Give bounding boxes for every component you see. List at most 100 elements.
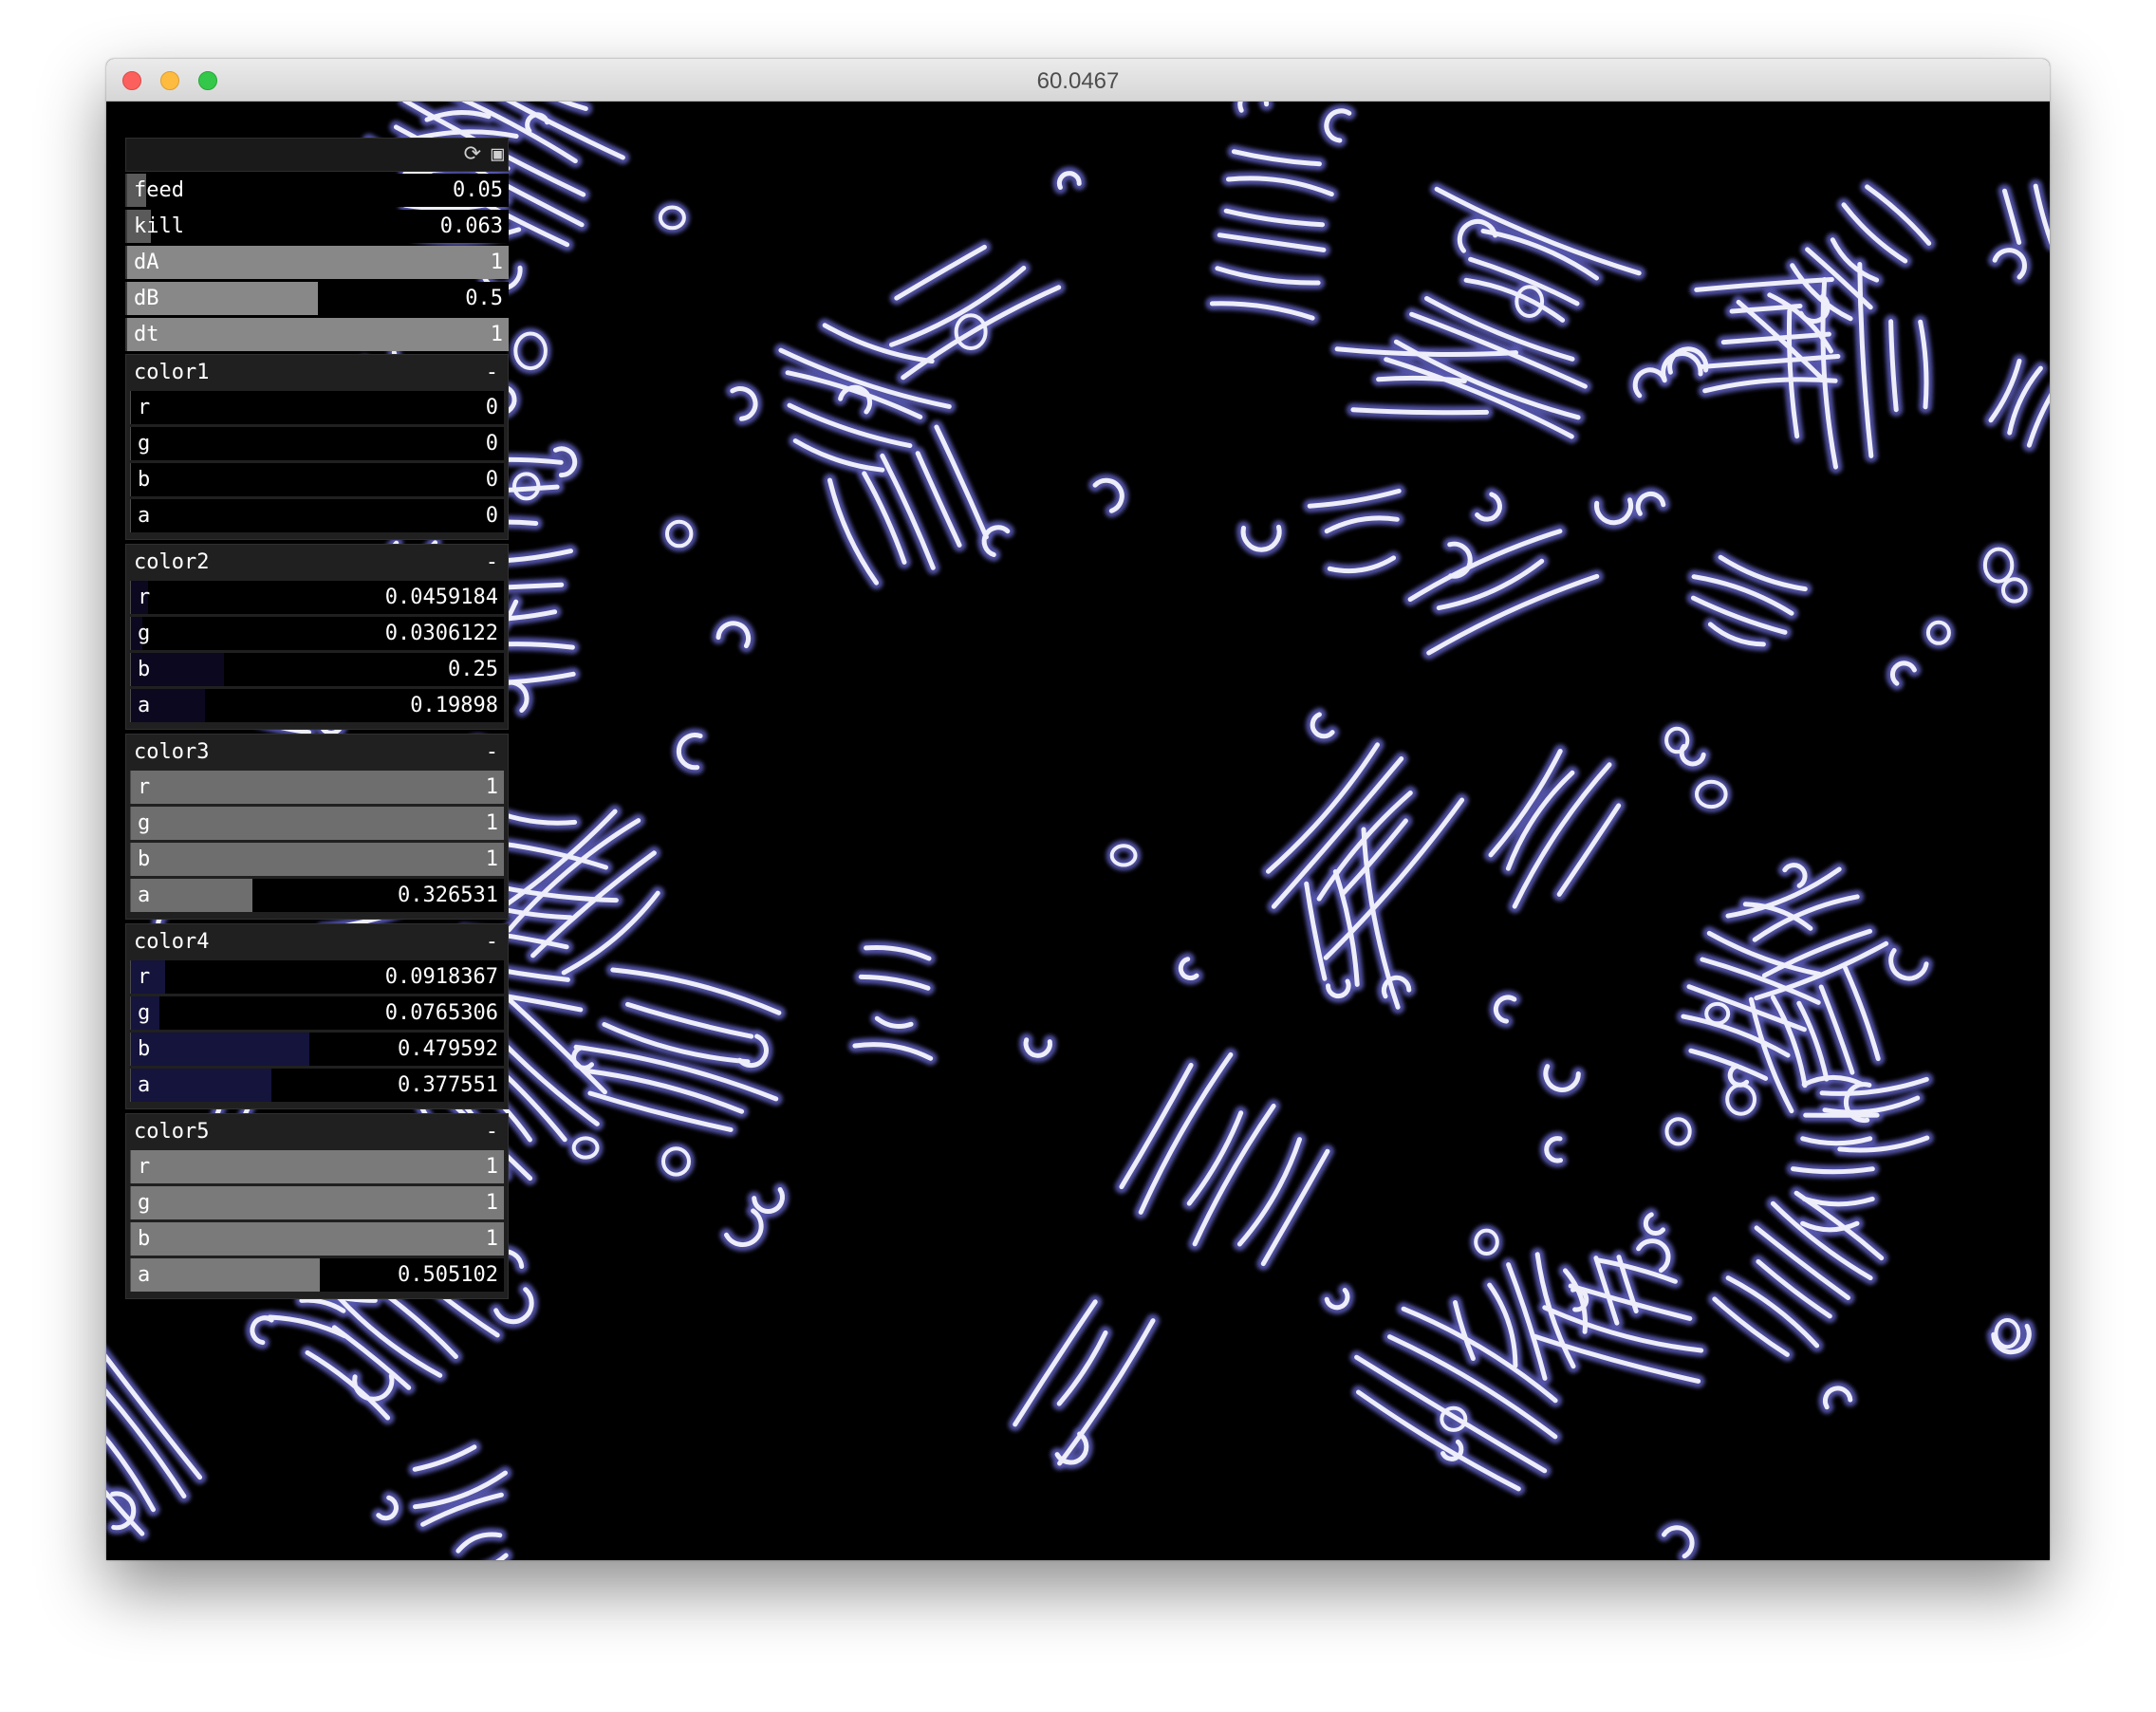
color4-r-value: 0.0918367: [384, 965, 498, 989]
group-title: color2: [134, 550, 210, 574]
color3-a-label: a: [138, 884, 151, 907]
color5-r-label: r: [138, 1155, 151, 1179]
color2-a-label: a: [138, 694, 151, 717]
color1-a-slider[interactable]: a0: [130, 499, 504, 532]
kill-label: kill: [134, 214, 184, 238]
color2-g-label: g: [138, 622, 151, 645]
dt-slider[interactable]: dt 1: [125, 318, 509, 351]
color4-a-label: a: [138, 1073, 151, 1097]
panel-header[interactable]: ⟳ ▣: [125, 138, 509, 172]
color5-g-label: g: [138, 1191, 151, 1215]
color4-a-slider[interactable]: a 0.377551: [130, 1069, 504, 1102]
color5-group-header[interactable]: color5 -: [130, 1114, 504, 1150]
color4-b-slider[interactable]: b 0.479592: [130, 1033, 504, 1066]
group-title: color1: [134, 361, 210, 384]
color2-group: color2 - r 0.0459184 g 0.0306122 b 0.25 a 0.19898: [125, 544, 509, 730]
minimize-icon[interactable]: -: [486, 550, 498, 575]
color1-g-slider[interactable]: g0: [130, 427, 504, 460]
color4-g-value: 0.0765306: [384, 1001, 498, 1025]
color2-r-label: r: [138, 586, 151, 609]
color4-g-label: g: [138, 1001, 151, 1025]
color1-g-value: 0: [485, 432, 498, 456]
group-title: color4: [134, 930, 210, 954]
color4-group: color4 - r 0.0918367 g 0.0765306 b 0.479592 a 0.3…: [125, 923, 509, 1109]
color5-r-slider[interactable]: r1: [130, 1150, 504, 1183]
dt-slider-fill: [127, 318, 509, 351]
dB-label: dB: [134, 287, 159, 310]
color5-b-slider-fill: [131, 1222, 504, 1256]
color1-a-value: 0: [485, 504, 498, 528]
title-bar: 60.0467: [106, 59, 2050, 102]
color5-g-slider[interactable]: g1: [130, 1186, 504, 1219]
color5-a-slider[interactable]: a 0.505102: [130, 1258, 504, 1292]
color5-b-label: b: [138, 1227, 151, 1251]
color2-r-value: 0.0459184: [384, 586, 498, 609]
color3-b-slider[interactable]: b1: [130, 843, 504, 876]
color3-g-slider[interactable]: g1: [130, 807, 504, 840]
feed-slider[interactable]: feed 0.05: [125, 174, 509, 207]
color5-r-slider-fill: [131, 1150, 504, 1183]
minimize-icon[interactable]: -: [486, 930, 498, 955]
color5-a-value: 0.505102: [398, 1263, 498, 1287]
color3-g-slider-fill: [131, 807, 504, 840]
color1-b-slider[interactable]: b0: [130, 463, 504, 496]
color1-b-label: b: [138, 468, 151, 492]
color3-r-slider[interactable]: r1: [130, 771, 504, 804]
color4-g-slider[interactable]: g 0.0765306: [130, 996, 504, 1030]
color3-g-value: 1: [485, 811, 498, 835]
color5-g-value: 1: [485, 1191, 498, 1215]
color5-b-value: 1: [485, 1227, 498, 1251]
kill-slider[interactable]: kill 0.063: [125, 210, 509, 243]
dA-slider[interactable]: dA 1: [125, 246, 509, 279]
color1-r-label: r: [138, 396, 151, 419]
dA-slider-fill: [127, 246, 509, 279]
feed-value: 0.05: [453, 178, 503, 202]
color4-r-label: r: [138, 965, 151, 989]
dB-slider[interactable]: dB 0.5: [125, 282, 509, 315]
color5-r-value: 1: [485, 1155, 498, 1179]
minimize-icon[interactable]: -: [486, 1120, 498, 1144]
window-title: 60.0467: [1036, 68, 1120, 94]
color4-a-slider-fill: [131, 1069, 272, 1102]
color3-group: color3 - r 1 g 1 b 1 a 0.326531: [125, 734, 509, 920]
kill-value: 0.063: [439, 214, 503, 238]
color4-r-slider[interactable]: r 0.0918367: [130, 960, 504, 994]
color1-group-header[interactable]: color1 -: [130, 355, 504, 391]
color2-b-label: b: [138, 658, 151, 681]
color4-group-header[interactable]: color4 -: [130, 924, 504, 960]
color5-a-slider-fill: [131, 1258, 320, 1292]
color5-b-slider[interactable]: b1: [130, 1222, 504, 1256]
save-icon[interactable]: ▣: [492, 143, 504, 166]
color1-group: color1- r 0 g 0 b 0 a 0: [125, 354, 509, 540]
color2-r-slider[interactable]: r 0.0459184: [130, 581, 504, 614]
color2-b-slider[interactable]: b 0.25: [130, 653, 504, 686]
color2-g-value: 0.0306122: [384, 622, 498, 645]
color3-group-header[interactable]: color3 -: [130, 735, 504, 771]
color2-g-slider[interactable]: g 0.0306122: [130, 617, 504, 650]
color2-b-value: 0.25: [448, 658, 498, 681]
reload-icon[interactable]: ⟳: [464, 143, 481, 166]
color5-a-label: a: [138, 1263, 151, 1287]
color4-b-label: b: [138, 1037, 151, 1061]
color3-r-value: 1: [485, 775, 498, 799]
color1-b-value: 0: [485, 468, 498, 492]
color1-r-value: 0: [485, 396, 498, 419]
color4-b-value: 0.479592: [398, 1037, 498, 1061]
color2-group-header[interactable]: color2 -: [130, 545, 504, 581]
color3-a-value: 0.326531: [398, 884, 498, 907]
minimize-icon[interactable]: -: [486, 740, 498, 765]
color1-r-slider[interactable]: r0: [130, 391, 504, 424]
color4-b-slider-fill: [131, 1033, 310, 1066]
color3-b-value: 1: [485, 847, 498, 871]
dA-label: dA: [134, 251, 159, 274]
color1-g-label: g: [138, 432, 151, 456]
color5-group: color5- r 1 g 1 b 1 a 0.505102: [125, 1113, 509, 1299]
color4-a-value: 0.377551: [398, 1073, 498, 1097]
minimize-icon[interactable]: -: [486, 361, 498, 385]
color3-a-slider[interactable]: a 0.326531: [130, 879, 504, 912]
feed-label: feed: [134, 178, 184, 202]
color2-a-slider[interactable]: a 0.19898: [130, 689, 504, 722]
group-title: color5: [134, 1120, 210, 1144]
group-title: color3: [134, 740, 210, 764]
color5-g-slider-fill: [131, 1186, 504, 1219]
